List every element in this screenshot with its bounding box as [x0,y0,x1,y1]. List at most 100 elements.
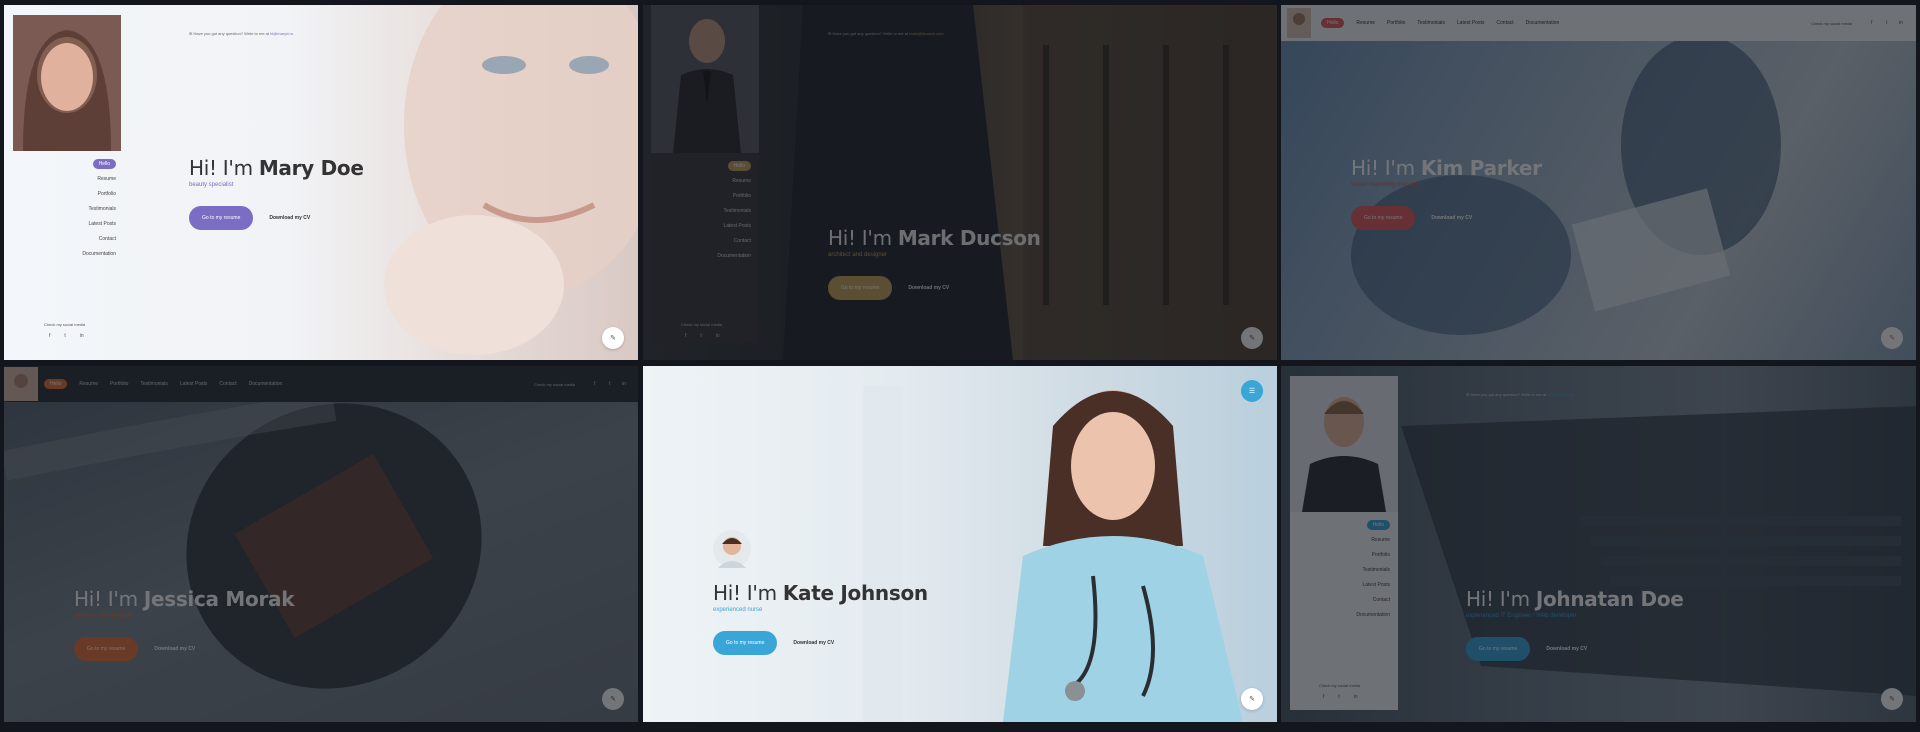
edit-icon[interactable]: ✎ [602,688,624,710]
menu-item-portfolio[interactable]: Portfolio [54,187,124,202]
edit-icon[interactable]: ✎ [1881,327,1903,349]
edit-icon[interactable]: ✎ [602,327,624,349]
menu-item-resume[interactable]: Resume [1290,533,1398,548]
facebook-icon[interactable]: f [1871,20,1872,26]
contact-line: ✉ Have you got any question? Write to me… [189,31,294,36]
top-nav: Hello Resume Portfolio Testimonials Late… [4,366,638,402]
twitter-icon[interactable]: t [64,333,65,339]
twitter-icon[interactable]: t [1886,20,1887,26]
linkedin-icon[interactable]: in [80,333,84,339]
download-cv-button[interactable]: Download my CV [908,285,949,291]
hero-subtitle: architect and designer [74,613,134,619]
preview-kim-parker[interactable]: Hello Resume Portfolio Testimonials Late… [1281,5,1916,360]
edit-icon[interactable]: ✎ [1241,688,1263,710]
nav-resume[interactable]: Resume [1356,20,1375,26]
nav-latest-posts[interactable]: Latest Posts [1457,20,1485,26]
linkedin-icon[interactable]: in [716,333,720,339]
menu-item-contact[interactable]: Contact [1290,593,1398,608]
preview-kate-johnson[interactable]: Hi! I'm Kate Johnson experienced nurse G… [643,366,1277,722]
nav-documentation[interactable]: Documentation [1526,20,1560,26]
menu-item-testimonials[interactable]: Testimonials [54,202,124,217]
hero-block: Hi! I'm Johnatan Doe experienced IT Engi… [1466,588,1684,661]
download-cv-button[interactable]: Download my CV [793,640,834,646]
go-to-resume-button[interactable]: Go to my resume [1466,637,1531,661]
go-to-resume-button[interactable]: Go to my resume [74,637,139,661]
preview-mary-doe[interactable]: ✉ Have you got any question? Write to me… [4,5,638,360]
social-icons: f t in [1323,694,1372,700]
contact-email-link[interactable]: mark@ducson.com [909,31,944,36]
go-to-resume-button[interactable]: Go to my resume [189,206,254,230]
menu-item-latest-posts[interactable]: Latest Posts [651,219,759,234]
edit-icon[interactable]: ✎ [1241,327,1263,349]
linkedin-icon[interactable]: in [622,381,626,387]
side-menu: Hello Resume Portfolio Testimonials Late… [1290,512,1398,710]
download-cv-button[interactable]: Download my CV [154,646,195,652]
menu-item-hello[interactable]: Hello [651,159,759,174]
nav-testimonials[interactable]: Testimonials [1417,20,1445,26]
profile-photo [13,15,121,151]
nav-resume[interactable]: Resume [79,381,98,387]
nav-hello[interactable]: Hello [44,379,68,389]
go-to-resume-button[interactable]: Go to my resume [828,276,893,300]
menu-item-resume[interactable]: Resume [54,172,124,187]
menu-toggle-icon[interactable]: ☰ [1241,380,1263,402]
menu-item-latest-posts[interactable]: Latest Posts [1290,578,1398,593]
menu-item-documentation[interactable]: Documentation [651,249,759,264]
linkedin-icon[interactable]: in [1899,20,1903,26]
menu-item-contact[interactable]: Contact [54,232,124,247]
menu-item-contact[interactable]: Contact [651,234,759,249]
contact-line: ✉ Have you got any question? Write to me… [1466,392,1575,397]
social-label: Check my social media [534,381,576,387]
facebook-icon[interactable]: f [685,333,686,339]
download-cv-button[interactable]: Download my CV [1546,646,1587,652]
download-cv-button[interactable]: Download my CV [269,215,310,221]
preview-mark-ducson[interactable]: ✉ Have you got any question? Write to me… [643,5,1277,360]
hero-heading: Hi! I'm Kim Parker [1351,156,1542,180]
hero-heading: Hi! I'm Mark Ducson [828,226,1041,250]
facebook-icon[interactable]: f [49,333,50,339]
nav-latest-posts[interactable]: Latest Posts [180,381,208,387]
profile-photo [651,5,759,153]
go-to-resume-button[interactable]: Go to my resume [713,631,778,655]
social-icons: f t in [49,333,98,339]
hero-subtitle: beauty specialist [189,182,234,188]
hero-block: Hi! I'm Mark Ducson architect and design… [828,227,1041,300]
download-cv-button[interactable]: Download my CV [1431,215,1472,221]
preview-johnatan-doe[interactable]: ✉ Have you got any question? Write to me… [1281,366,1916,722]
nav-testimonials[interactable]: Testimonials [140,381,168,387]
menu-item-resume[interactable]: Resume [651,174,759,189]
preview-jessica-morak[interactable]: Hello Resume Portfolio Testimonials Late… [4,366,638,722]
go-to-resume-button[interactable]: Go to my resume [1351,206,1416,230]
twitter-icon[interactable]: t [700,333,701,339]
menu-item-testimonials[interactable]: Testimonials [1290,563,1398,578]
nav-portfolio[interactable]: Portfolio [110,381,128,387]
nav-contact[interactable]: Contact [1496,20,1513,26]
facebook-icon[interactable]: f [594,381,595,387]
nav-hello[interactable]: Hello [1321,18,1345,28]
menu-item-documentation[interactable]: Documentation [54,247,124,262]
contact-email-link[interactable]: john@doe.com [1547,392,1574,397]
nav-portfolio[interactable]: Portfolio [1387,20,1405,26]
edit-icon[interactable]: ✎ [1881,688,1903,710]
menu-item-portfolio[interactable]: Portfolio [651,189,759,204]
contact-email-link[interactable]: hi@maryd.ru [270,31,293,36]
hero-heading: Hi! I'm Johnatan Doe [1466,587,1684,611]
twitter-icon[interactable]: t [1338,694,1339,700]
menu-item-hello[interactable]: Hello [54,157,124,172]
nav-documentation[interactable]: Documentation [249,381,283,387]
facebook-icon[interactable]: f [1323,694,1324,700]
menu-item-documentation[interactable]: Documentation [1290,608,1398,623]
linkedin-icon[interactable]: in [1354,694,1358,700]
menu-item-latest-posts[interactable]: Latest Posts [54,217,124,232]
social-label: Check my social media [44,322,86,327]
hero-block: Hi! I'm Kim Parker senior marketing mana… [1351,157,1542,230]
menu-item-testimonials[interactable]: Testimonials [651,204,759,219]
side-menu: Hello Resume Portfolio Testimonials Late… [54,157,124,262]
hero-subtitle: senior marketing manager [1351,182,1421,188]
top-nav: Hello Resume Portfolio Testimonials Late… [1281,5,1916,41]
avatar [713,530,751,568]
twitter-icon[interactable]: t [609,381,610,387]
menu-item-hello[interactable]: Hello [1290,518,1398,533]
menu-item-portfolio[interactable]: Portfolio [1290,548,1398,563]
nav-contact[interactable]: Contact [219,381,236,387]
